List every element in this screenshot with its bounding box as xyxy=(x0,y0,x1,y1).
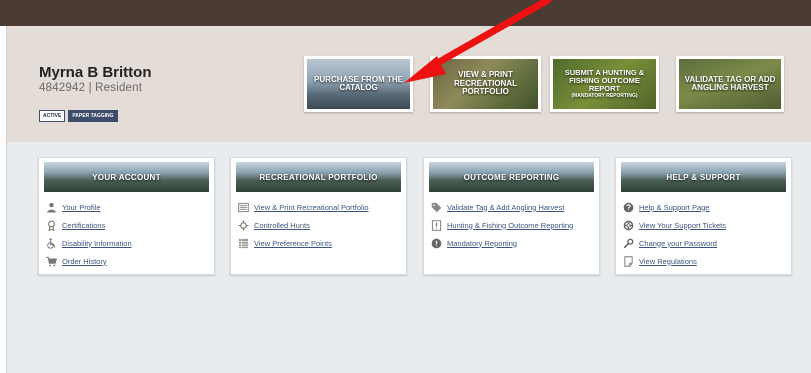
document-icon xyxy=(623,255,634,267)
user-id-residency: 4842942 | Resident xyxy=(39,82,143,94)
support-tickets-link-row[interactable]: View Your Support Tickets xyxy=(621,216,786,234)
certifications-link[interactable]: Certifications xyxy=(62,221,105,230)
alert-icon xyxy=(431,238,442,249)
help-support-card: HELP & SUPPORT Help & Support Page View … xyxy=(615,157,792,275)
view-regulations-link-row[interactable]: View Regulations xyxy=(621,252,786,270)
profile-section: Myrna B Britton 4842942 | Resident ACTIV… xyxy=(7,26,811,142)
crosshair-icon xyxy=(238,219,249,231)
validate-tag-tile[interactable]: VALIDATE TAG OR ADD ANGLING HARVEST xyxy=(676,56,784,112)
your-account-card: YOUR ACCOUNT Your Profile Certifications… xyxy=(38,157,215,275)
change-password-link[interactable]: Change your Password xyxy=(639,239,717,248)
report-icon xyxy=(431,219,442,231)
card-header: RECREATIONAL PORTFOLIO xyxy=(236,162,401,192)
your-profile-link[interactable]: Your Profile xyxy=(62,203,101,212)
dashboard-page: Myrna B Britton 4842942 | Resident ACTIV… xyxy=(6,26,811,373)
outcome-reporting-card: OUTCOME REPORTING Validate Tag & Add Ang… xyxy=(423,157,600,275)
tile-sublabel: (MANDATORY REPORTING) xyxy=(571,92,638,99)
validate-tag-link-row[interactable]: Validate Tag & Add Angling Harvest xyxy=(429,198,594,216)
view-preference-points-link-row[interactable]: View Preference Points xyxy=(236,234,401,252)
card-header: HELP & SUPPORT xyxy=(621,162,786,192)
order-history-link[interactable]: Order History xyxy=(62,257,107,266)
outcome-reporting-link-row[interactable]: Hunting & Fishing Outcome Reporting xyxy=(429,216,594,234)
view-print-portfolio-link-row[interactable]: View & Print Recreational Portfolio xyxy=(236,198,401,216)
status-badge-active: ACTIVE xyxy=(39,110,66,122)
user-name: Myrna B Britton xyxy=(39,64,152,81)
view-print-portfolio-tile[interactable]: VIEW & PRINT RECREATIONAL PORTFOLIO xyxy=(430,56,541,112)
validate-tag-link[interactable]: Validate Tag & Add Angling Harvest xyxy=(447,203,564,212)
card-header: YOUR ACCOUNT xyxy=(44,162,209,192)
submit-outcome-report-tile[interactable]: SUBMIT A HUNTING & FISHING OUTCOME REPOR… xyxy=(550,56,659,112)
support-tickets-link[interactable]: View Your Support Tickets xyxy=(639,221,726,230)
card-title: YOUR ACCOUNT xyxy=(92,172,161,182)
wheelchair-icon xyxy=(46,237,57,249)
card-header: OUTCOME REPORTING xyxy=(429,162,594,192)
person-icon xyxy=(46,202,57,213)
tile-label: VIEW & PRINT RECREATIONAL PORTFOLIO xyxy=(454,70,517,97)
certificate-icon xyxy=(46,220,57,231)
card-title: HELP & SUPPORT xyxy=(666,172,741,182)
mandatory-reporting-link[interactable]: Mandatory Reporting xyxy=(447,239,517,248)
view-print-portfolio-link[interactable]: View & Print Recreational Portfolio xyxy=(254,203,369,212)
order-history-link-row[interactable]: Order History xyxy=(44,252,209,270)
tile-label-group: SUBMIT A HUNTING & FISHING OUTCOME REPOR… xyxy=(553,69,656,99)
outcome-reporting-link[interactable]: Hunting & Fishing Outcome Reporting xyxy=(447,221,573,230)
controlled-hunts-link-row[interactable]: Controlled Hunts xyxy=(236,216,401,234)
disability-information-link-row[interactable]: Disability Information xyxy=(44,234,209,252)
card-title: OUTCOME REPORTING xyxy=(463,172,560,182)
view-regulations-link[interactable]: View Regulations xyxy=(639,257,697,266)
status-badges: ACTIVE PAPER TAGGING xyxy=(39,110,118,122)
list-icon xyxy=(238,202,249,213)
disability-information-link[interactable]: Disability Information xyxy=(62,239,132,248)
change-password-link-row[interactable]: Change your Password xyxy=(621,234,786,252)
help-support-page-link-row[interactable]: Help & Support Page xyxy=(621,198,786,216)
tag-icon xyxy=(431,202,442,213)
wrench-icon xyxy=(623,238,634,249)
view-preference-points-link[interactable]: View Preference Points xyxy=(254,239,332,248)
tile-label: SUBMIT A HUNTING & FISHING OUTCOME REPOR… xyxy=(564,68,645,93)
mandatory-reporting-link-row[interactable]: Mandatory Reporting xyxy=(429,234,594,252)
lifebuoy-icon xyxy=(623,220,634,231)
question-icon xyxy=(623,202,634,213)
status-badge-paper-tagging: PAPER TAGGING xyxy=(68,110,118,122)
tile-label: VALIDATE TAG OR ADD ANGLING HARVEST xyxy=(684,74,776,92)
help-support-page-link[interactable]: Help & Support Page xyxy=(639,203,709,212)
table-icon xyxy=(238,238,249,249)
tile-label: PURCHASE FROM THE CATALOG xyxy=(314,74,403,92)
cart-icon xyxy=(46,256,57,267)
controlled-hunts-link[interactable]: Controlled Hunts xyxy=(254,221,310,230)
your-profile-link-row[interactable]: Your Profile xyxy=(44,198,209,216)
certifications-link-row[interactable]: Certifications xyxy=(44,216,209,234)
top-header-bar xyxy=(0,0,811,26)
purchase-catalog-tile[interactable]: PURCHASE FROM THE CATALOG xyxy=(304,56,413,112)
recreational-portfolio-card: RECREATIONAL PORTFOLIO View & Print Recr… xyxy=(230,157,407,275)
card-title: RECREATIONAL PORTFOLIO xyxy=(259,172,378,182)
